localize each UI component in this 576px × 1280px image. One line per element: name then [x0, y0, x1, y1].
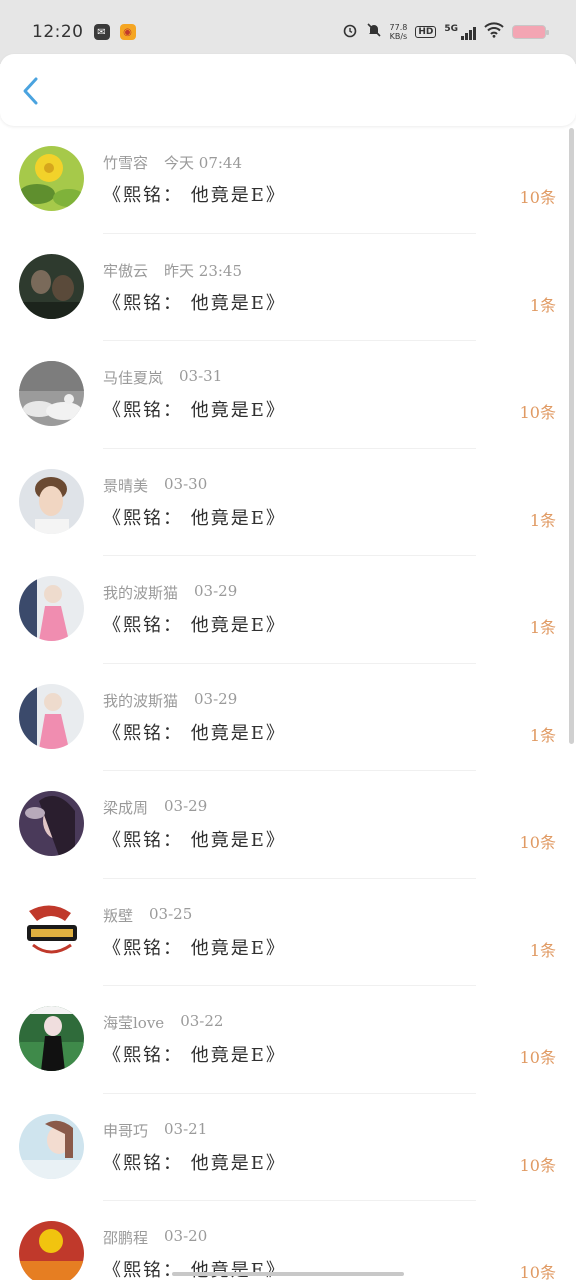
list-item[interactable]: 邵鹏程 03-20 《熙铭： 他竟是E》 10条 [0, 1201, 576, 1280]
user-name: 叛壁 [103, 906, 134, 925]
chevron-left-icon [23, 77, 38, 105]
timestamp: 03-22 [180, 1012, 224, 1030]
item-title: 《熙铭： 他竟是E》 [103, 507, 286, 529]
item-meta: 申哥巧 03-21 [103, 1120, 207, 1141]
list-item[interactable]: 申哥巧 03-21 《熙铭： 他竟是E》 10条 [0, 1094, 576, 1201]
avatar [19, 361, 84, 426]
item-title: 《熙铭： 他竟是E》 [103, 830, 286, 851]
item-count: 10条 [519, 1155, 556, 1175]
list-item[interactable]: 马佳夏岚 03-31 《熙铭： 他竟是E》 10条 [0, 341, 576, 449]
top-navigation-bar [0, 54, 576, 126]
item-count: 1条 [529, 618, 556, 637]
list-item[interactable]: 叛壁 03-25 《熙铭： 他竟是E》 1条 [0, 879, 576, 986]
list-item[interactable]: 梁成周 03-29 《熙铭： 他竟是E》 10条 [0, 771, 576, 879]
avatar [19, 791, 84, 856]
user-name: 梁成周 [103, 799, 149, 817]
list-item[interactable]: 景晴美 03-30 《熙铭： 他竟是E》 1条 [0, 449, 576, 556]
avatar [19, 253, 84, 319]
network-type-label: 5G [444, 24, 458, 34]
item-count: 1条 [529, 295, 556, 315]
item-meta: 我的波斯猫 03-29 [103, 690, 237, 711]
item-meta: 海莹love 03-22 [103, 1012, 223, 1033]
item-count: 1条 [529, 940, 556, 960]
user-name: 我的波斯猫 [103, 691, 179, 710]
item-count: 10条 [519, 188, 556, 207]
message-list: 竹雪容 今天 07:44 《熙铭： 他竟是E》 10条 牢傲云 昨天 23:45… [0, 126, 576, 1280]
timestamp: 03-20 [164, 1227, 208, 1245]
avatar [19, 468, 84, 534]
status-time: 12:20 [32, 22, 84, 42]
avatar [19, 1006, 84, 1071]
item-meta: 叛壁 03-25 [103, 905, 192, 926]
user-name: 海莹love [103, 1014, 165, 1032]
home-indicator[interactable] [172, 1272, 404, 1276]
item-title: 《熙铭： 他竟是E》 [103, 615, 286, 636]
timestamp: 03-21 [164, 1119, 208, 1138]
item-count: 1条 [529, 725, 556, 745]
list-item[interactable]: 竹雪容 今天 07:44 《熙铭： 他竟是E》 10条 [0, 126, 576, 234]
user-name: 牢傲云 [103, 261, 149, 280]
item-title: 《熙铭： 他竟是E》 [103, 400, 286, 421]
network-speed-unit: KB/s [389, 32, 408, 41]
avatar [19, 146, 84, 211]
item-meta: 马佳夏岚 03-31 [103, 367, 222, 388]
mute-bell-icon [366, 22, 382, 42]
network-speed: 77.8 KB/s [390, 23, 408, 41]
item-title: 《熙铭： 他竟是E》 [103, 1152, 286, 1174]
item-count: 1条 [529, 510, 556, 530]
timestamp: 03-29 [164, 797, 208, 815]
item-title: 《熙铭： 他竟是E》 [103, 722, 286, 744]
avatar [19, 576, 84, 641]
weibo-notification-icon: ◉ [119, 24, 136, 40]
item-meta: 景晴美 03-30 [103, 475, 207, 496]
item-meta: 牢傲云 昨天 23:45 [103, 260, 242, 281]
battery-icon [512, 25, 549, 39]
user-name: 我的波斯猫 [103, 584, 179, 602]
user-name: 景晴美 [103, 476, 149, 495]
timestamp: 03-29 [194, 689, 238, 708]
item-count: 10条 [519, 1048, 556, 1067]
item-count: 10条 [519, 1263, 556, 1280]
user-name: 竹雪容 [103, 154, 149, 172]
list-item[interactable]: 我的波斯猫 03-29 《熙铭： 他竟是E》 1条 [0, 664, 576, 771]
timestamp: 03-30 [164, 474, 208, 493]
item-count: 10条 [519, 833, 556, 852]
user-name: 邵鹏程 [103, 1229, 149, 1247]
item-title: 《熙铭： 他竟是E》 [103, 937, 286, 959]
item-title: 《熙铭： 他竟是E》 [103, 1045, 286, 1066]
signal-strength-icon: 5G [444, 24, 476, 40]
scrollbar[interactable] [569, 128, 574, 744]
mail-notification-icon: ✉ [93, 24, 110, 40]
back-button[interactable] [16, 76, 46, 106]
item-title: 《熙铭： 他竟是E》 [103, 1260, 286, 1280]
item-title: 《熙铭： 他竟是E》 [103, 292, 286, 314]
user-name: 申哥巧 [103, 1121, 149, 1140]
avatar [19, 1221, 84, 1280]
timestamp: 昨天 23:45 [164, 261, 243, 280]
network-speed-value: 77.8 [389, 23, 408, 32]
timestamp: 今天 07:44 [164, 154, 243, 172]
avatar [19, 683, 84, 749]
item-meta: 我的波斯猫 03-29 [103, 582, 237, 603]
item-meta: 邵鹏程 03-20 [103, 1227, 207, 1248]
wifi-icon [484, 22, 504, 42]
avatar [19, 1113, 84, 1179]
item-meta: 竹雪容 今天 07:44 [103, 152, 242, 173]
list-item[interactable]: 我的波斯猫 03-29 《熙铭： 他竟是E》 1条 [0, 556, 576, 664]
timestamp: 03-29 [194, 582, 238, 600]
timestamp: 03-25 [149, 904, 193, 923]
item-meta: 梁成周 03-29 [103, 797, 207, 818]
list-item[interactable]: 海莹love 03-22 《熙铭： 他竟是E》 10条 [0, 986, 576, 1094]
timestamp: 03-31 [179, 367, 223, 385]
list-item[interactable]: 牢傲云 昨天 23:45 《熙铭： 他竟是E》 1条 [0, 234, 576, 341]
alarm-icon [342, 22, 358, 42]
user-name: 马佳夏岚 [103, 369, 164, 387]
item-title: 《熙铭： 他竟是E》 [103, 185, 286, 206]
hd-badge: HD [415, 26, 437, 38]
item-count: 10条 [519, 403, 556, 422]
avatar [19, 898, 84, 964]
